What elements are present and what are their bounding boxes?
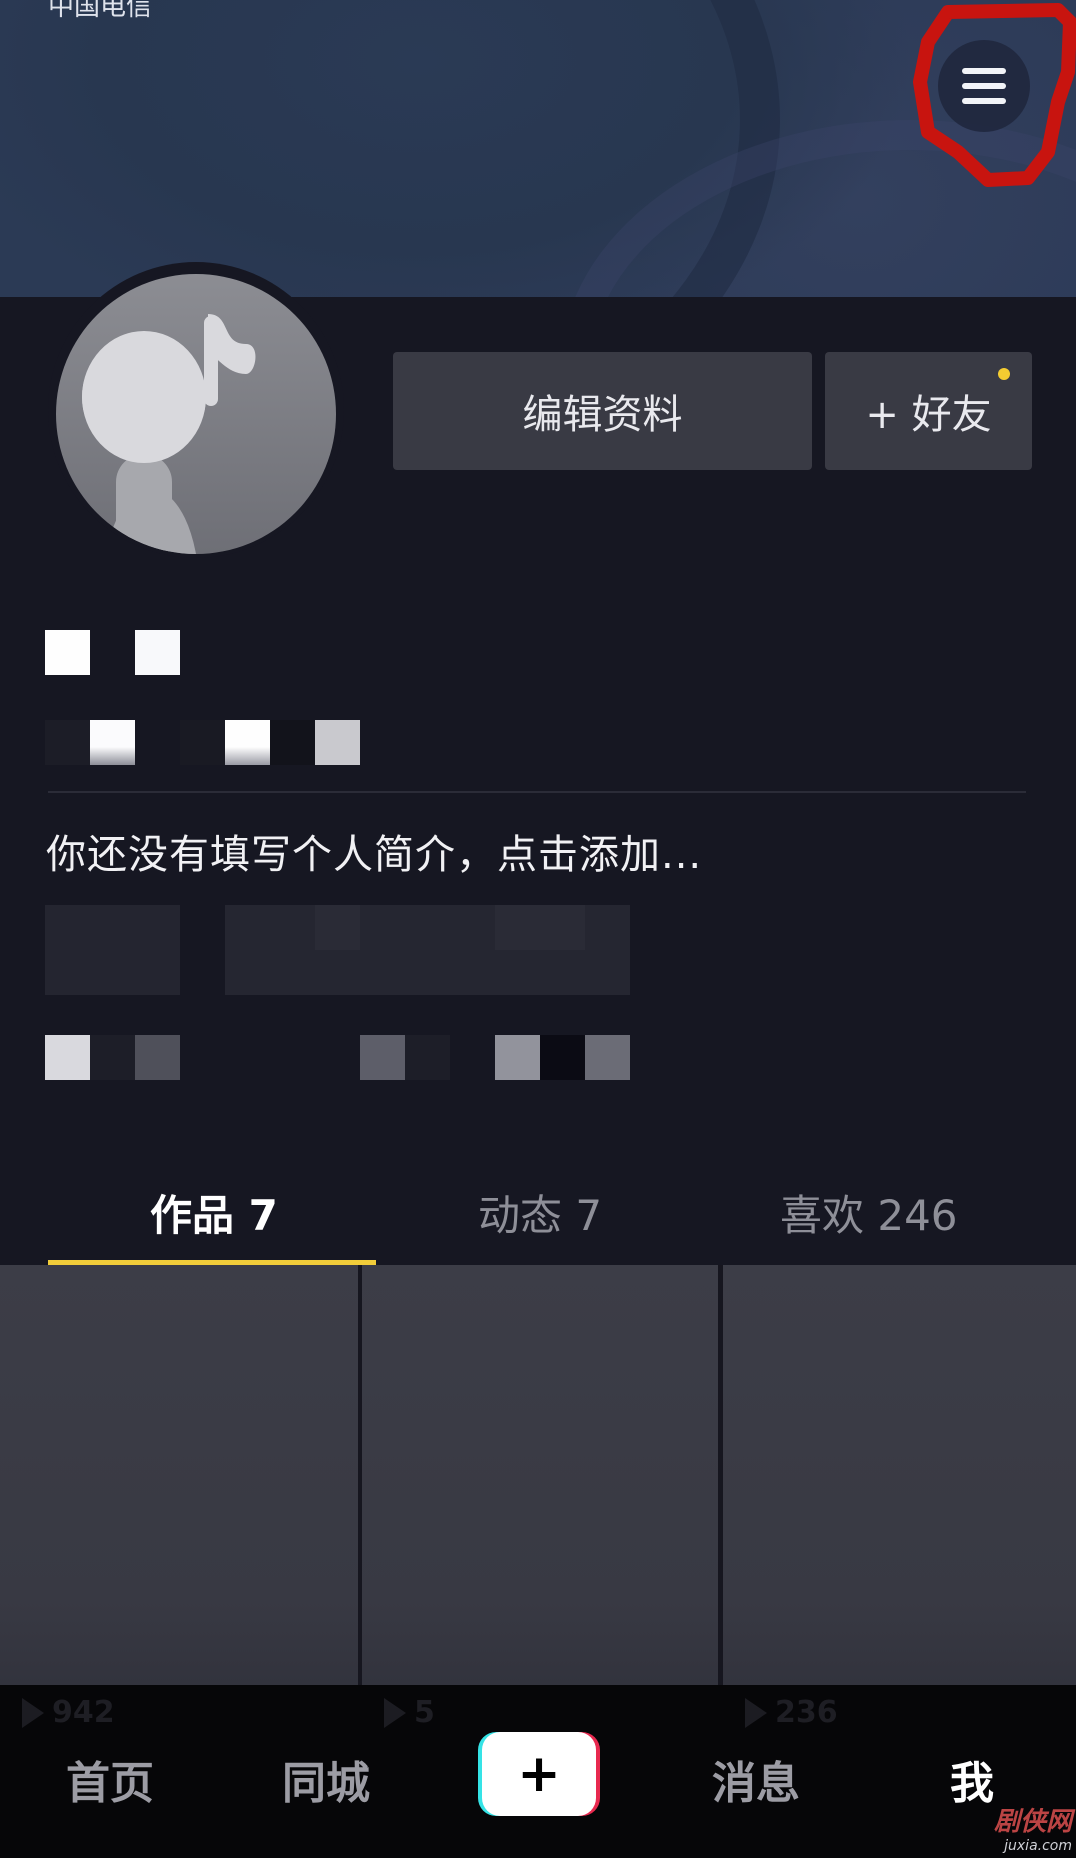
tab-moments[interactable]: 动态 7 [478, 1182, 602, 1243]
play-count-value: 236 [775, 1695, 838, 1730]
section-divider [48, 791, 1026, 793]
nav-home[interactable]: 首页 [66, 1747, 154, 1811]
video-thumbnail[interactable] [0, 1265, 358, 1685]
avatar-frame[interactable] [48, 262, 344, 558]
bio-placeholder[interactable]: 你还没有填写个人简介，点击添加... [46, 822, 702, 880]
watermark: 剧侠网 juxia.com [994, 1801, 1072, 1854]
edit-profile-button[interactable]: 编辑资料 [393, 352, 812, 470]
notification-dot [998, 368, 1010, 380]
nav-nearby[interactable]: 同城 [282, 1747, 370, 1811]
watermark-brand: 剧侠网 [993, 1807, 1072, 1837]
play-icon [384, 1697, 406, 1728]
carrier-label: 中国电信 [48, 0, 153, 22]
nav-me[interactable]: 我 [950, 1747, 994, 1811]
play-icon [745, 1697, 767, 1728]
hamburger-menu-icon-line [962, 83, 1006, 89]
add-friend-label: + 好友 [865, 392, 992, 438]
play-count-value: 942 [52, 1695, 115, 1730]
nav-messages[interactable]: 消息 [712, 1747, 800, 1811]
avatar[interactable] [56, 274, 336, 554]
plus-icon: + [482, 1732, 596, 1816]
bottom-nav: 942 5 236 首页 同城 + 消息 我 剧侠网 juxia.com [0, 1685, 1076, 1858]
edit-profile-label: 编辑资料 [522, 392, 683, 438]
video-grid [0, 1265, 1076, 1685]
video-thumbnail[interactable] [723, 1265, 1076, 1685]
play-count: 5 [384, 1695, 435, 1730]
tab-likes[interactable]: 喜欢 246 [780, 1182, 958, 1243]
profile-banner[interactable]: 中国电信 [0, 0, 1076, 297]
play-count-value: 5 [414, 1695, 435, 1730]
music-note-avatar-icon [82, 314, 256, 554]
add-friend-button[interactable]: + 好友 [825, 352, 1032, 470]
play-count: 942 [22, 1695, 115, 1730]
play-icon [22, 1697, 44, 1728]
watermark-domain: juxia.com [1004, 1838, 1072, 1854]
tab-works[interactable]: 作品 7 [150, 1182, 278, 1243]
profile-tabs: 作品 7 动态 7 喜欢 246 [0, 1160, 1076, 1266]
create-video-button[interactable]: + [478, 1732, 600, 1816]
video-thumbnail[interactable] [362, 1265, 718, 1685]
hamburger-menu-icon [962, 68, 1006, 74]
menu-button[interactable] [938, 40, 1030, 132]
hamburger-menu-icon-line [962, 98, 1006, 104]
play-count: 236 [745, 1695, 838, 1730]
